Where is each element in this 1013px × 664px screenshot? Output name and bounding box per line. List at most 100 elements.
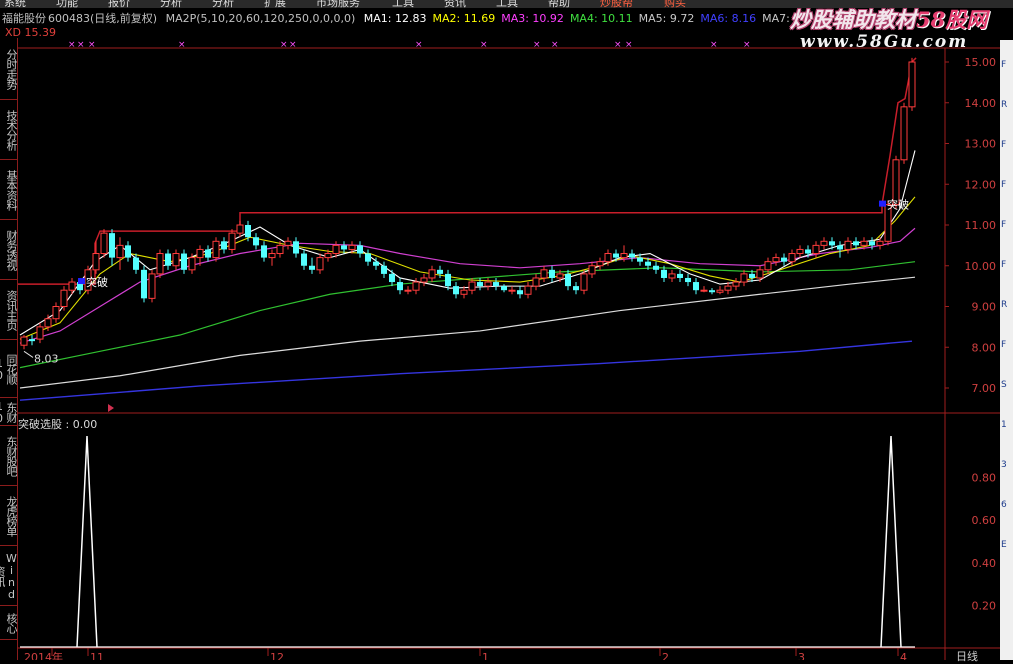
candle-body [293, 241, 299, 254]
candle-body [565, 273, 571, 287]
toolbar-icon-12[interactable]: E [1001, 540, 1012, 551]
sidebar-tab-9[interactable]: Wind资讯 [0, 546, 18, 606]
candle-body [205, 249, 211, 258]
candle-body [268, 253, 276, 259]
toolbar-icon-2[interactable]: F [1001, 140, 1012, 151]
toolbar-icon-5[interactable]: F [1001, 260, 1012, 271]
price-axis-label: 12.00 [965, 178, 997, 191]
candle-body [620, 253, 628, 259]
toolbar-icon-4[interactable]: F [1001, 220, 1012, 231]
ma5-line [19, 150, 916, 336]
candle-body [309, 265, 315, 270]
date-label: 11 [90, 651, 104, 660]
candle-body [749, 273, 755, 278]
sidebar-tab-2[interactable]: 基本资料 [0, 160, 18, 220]
indicator-spike-1 [76, 435, 98, 648]
candle-body [332, 244, 340, 255]
date-label: 3 [798, 651, 805, 660]
indicator-axis-label: 0.40 [972, 557, 997, 570]
candle-body [253, 237, 259, 246]
candle-body [181, 253, 187, 270]
sidebar-tab-4[interactable]: 资讯主页 [0, 280, 18, 340]
candle-body [549, 269, 555, 278]
candle-body [501, 286, 507, 291]
candle-body [796, 248, 804, 255]
candle-body [724, 285, 732, 291]
candle-body [420, 277, 428, 283]
watermark-logo: 炒股辅助教材58股网 [790, 7, 988, 32]
event-marker: × [614, 40, 622, 50]
candle-body [596, 261, 604, 267]
candle-body [580, 273, 588, 291]
candle-body [412, 281, 420, 291]
sidebar-tab-8[interactable]: 龙虎榜单 [0, 486, 18, 546]
toolbar-icon-8[interactable]: S [1001, 380, 1012, 391]
event-marker: × [625, 40, 633, 50]
candle-body [781, 257, 787, 262]
toolbar-icon-9[interactable]: 1 [1001, 420, 1012, 431]
price-axis-label: 13.00 [965, 138, 997, 151]
candle-body [709, 290, 715, 293]
candle-body [357, 245, 363, 254]
candle-body [468, 281, 476, 291]
candle-body [477, 282, 483, 287]
candle-body [661, 269, 667, 278]
candle-body [829, 241, 835, 246]
candle-body [36, 326, 44, 340]
toolbar-icon-6[interactable]: R [1001, 300, 1012, 311]
candle-body [493, 282, 499, 287]
candle-body [365, 253, 371, 262]
event-marker: × [77, 40, 85, 50]
candle-body [397, 282, 403, 291]
candle-body [853, 241, 859, 246]
sidebar-tab-1[interactable]: 技术分析 [0, 100, 18, 160]
toolbar-icon-1[interactable]: R [1001, 100, 1012, 111]
price-axis-label: 7.00 [972, 382, 997, 395]
candle-body [44, 318, 52, 328]
candle-body [693, 282, 699, 291]
candle-body [700, 289, 708, 292]
watermark-url: www.58Gu.com [800, 32, 969, 52]
event-marker: × [280, 40, 288, 50]
event-marker: × [551, 40, 559, 50]
date-label: 2 [662, 651, 669, 660]
candle-body [437, 269, 443, 274]
candle-body [109, 233, 115, 258]
indicator-spike-2 [880, 435, 902, 648]
toolbar-icon-10[interactable]: 3 [1001, 460, 1012, 471]
sidebar-tab-0[interactable]: 分时走势 [0, 38, 18, 100]
candle-body [604, 253, 612, 263]
breakout-marker-2 [879, 200, 886, 207]
toolbar-icon-11[interactable]: 6 [1001, 500, 1012, 511]
toolbar-icon-3[interactable]: F [1001, 180, 1012, 191]
candle-body [876, 240, 884, 246]
candle-body [60, 289, 68, 308]
toolbar-icon-0[interactable]: F [1001, 60, 1012, 71]
candle-body [29, 339, 35, 342]
sidebar-tab-10[interactable]: 核心 [0, 606, 18, 640]
sidebar-tab-3[interactable]: 财务透视 [0, 220, 18, 280]
period-button[interactable]: 日线 [956, 648, 978, 664]
candle-body [685, 277, 691, 283]
candle-body [637, 257, 643, 262]
date-label: 1 [482, 651, 489, 660]
candle-body [276, 244, 284, 255]
candle-body [20, 336, 28, 346]
breakout-marker-1 [78, 278, 85, 285]
candle-body [716, 289, 724, 293]
sidebar-tab-6[interactable]: 东财10 [0, 398, 18, 426]
candle-body [508, 289, 516, 292]
candle-body [156, 253, 164, 275]
candle-body [133, 257, 139, 270]
low-pointer [23, 350, 34, 358]
sidebar-tab-5[interactable]: 同花顺10 [0, 340, 18, 398]
candle-body [261, 245, 267, 258]
candle-body [172, 253, 180, 267]
low-price-label: 8.03 [34, 352, 59, 365]
toolbar-icon-7[interactable]: F [1001, 340, 1012, 351]
candle-body [460, 289, 468, 295]
kline-chart[interactable]: 15.00 14.00 13.00 12.00 11.00 10.00 9.00 8.00 7.… [0, 0, 1013, 660]
cursor-marker [108, 404, 114, 412]
sidebar-tab-7[interactable]: 东财股吧 [0, 426, 18, 486]
breakout-label-2: 突破 [887, 198, 909, 212]
